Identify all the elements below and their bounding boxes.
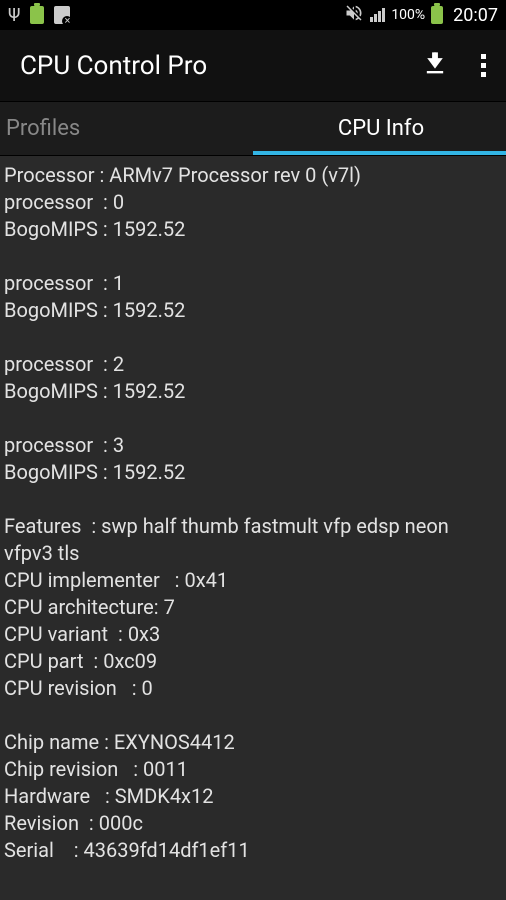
tab-profiles[interactable]: Profiles [0,102,256,155]
overflow-menu-icon[interactable] [477,50,490,81]
battery-percent: 100% [391,7,425,23]
download-icon[interactable] [421,50,449,82]
battery-icon [431,6,443,24]
status-clock: 20:07 [453,5,498,26]
status-bar: Ψ 100% 20:07 [0,0,506,30]
signal-icon [370,8,385,22]
usb-icon: Ψ [8,5,20,26]
tab-indicator [253,151,506,155]
document-icon [54,6,70,24]
cpu-info-content[interactable]: Processor : ARMv7 Processor rev 0 (v7l) … [0,156,506,870]
app-title: CPU Control Pro [20,51,207,81]
tab-cpu-info[interactable]: CPU Info [256,102,506,155]
tab-bar: Profiles CPU Info [0,102,506,156]
mute-icon [344,3,364,28]
battery-icon-small [30,6,44,24]
app-bar: CPU Control Pro [0,30,506,102]
tab-cpu-info-label: CPU Info [338,116,424,141]
tab-profiles-label: Profiles [6,116,80,141]
